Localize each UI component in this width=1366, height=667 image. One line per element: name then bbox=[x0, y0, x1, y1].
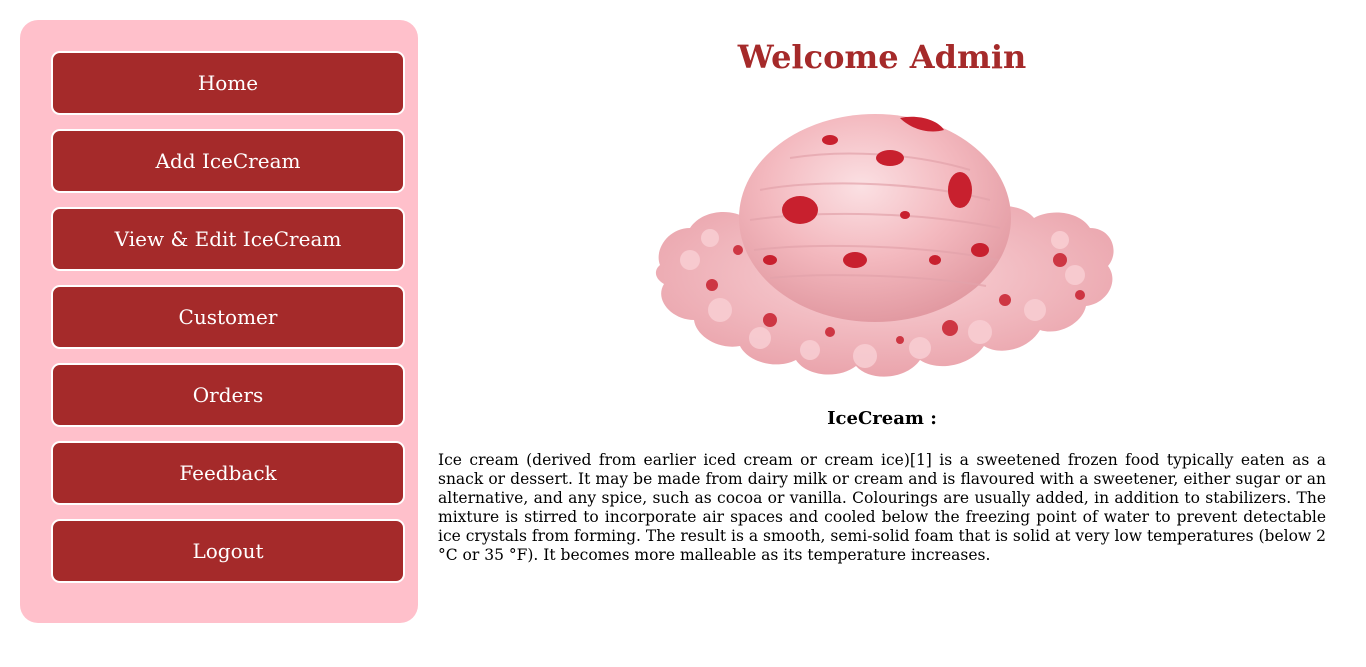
description-text: Ice cream (derived from earlier iced cre… bbox=[438, 451, 1326, 564]
section-heading: IceCream : bbox=[827, 408, 937, 429]
nav-feedback-button[interactable]: Feedback bbox=[51, 441, 405, 505]
nav-customer-button[interactable]: Customer bbox=[51, 285, 405, 349]
nav-view-edit-icecream-button[interactable]: View & Edit IceCream bbox=[51, 207, 405, 271]
ice-cream-image bbox=[650, 110, 1118, 388]
sidebar-nav: Home Add IceCream View & Edit IceCream C… bbox=[20, 20, 418, 623]
nav-home-button[interactable]: Home bbox=[51, 51, 405, 115]
nav-logout-button[interactable]: Logout bbox=[51, 519, 405, 583]
nav-add-icecream-button[interactable]: Add IceCream bbox=[51, 129, 405, 193]
ice-cream-scoop-illustration bbox=[655, 114, 1114, 377]
nav-orders-button[interactable]: Orders bbox=[51, 363, 405, 427]
page-title: Welcome Admin bbox=[737, 38, 1027, 76]
